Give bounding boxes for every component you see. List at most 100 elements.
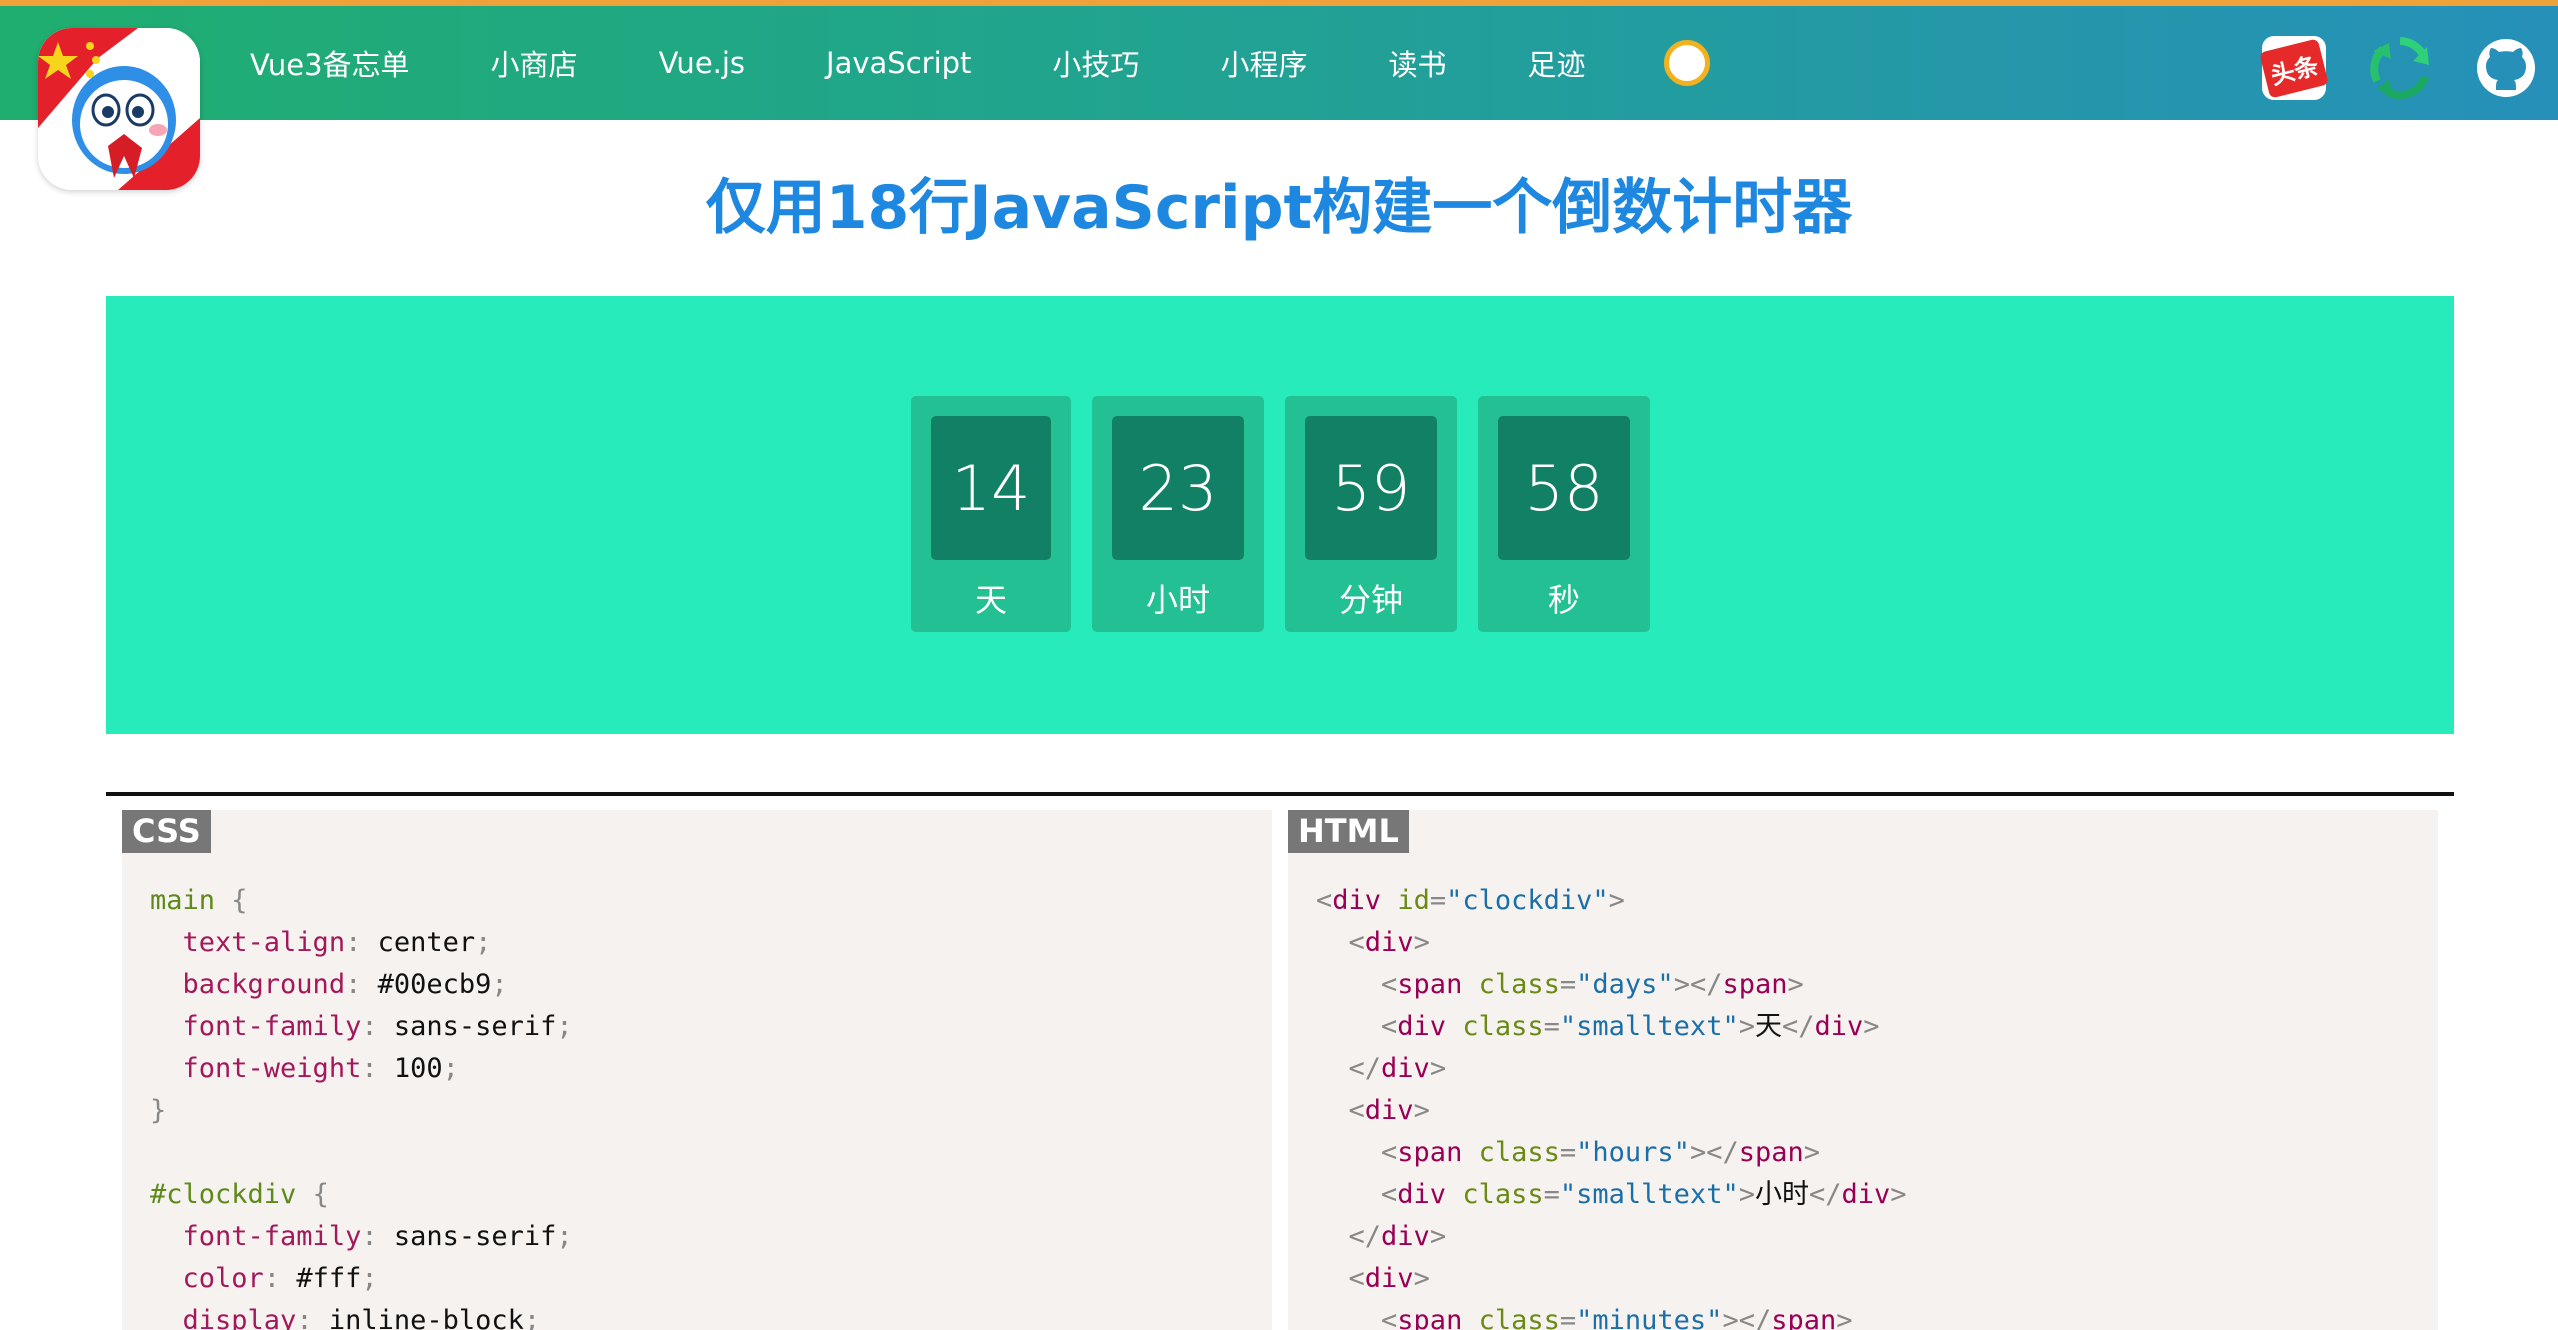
recycle-arrows-icon <box>2370 37 2429 100</box>
code-token: ; <box>556 1221 573 1252</box>
code-token: "smalltext" <box>1559 1011 1739 1042</box>
code-token: 100 <box>393 1053 443 1084</box>
html-code-panel[interactable]: HTML <div id="clockdiv"> <div> <span cla… <box>1288 810 2438 1330</box>
code-token: span <box>1397 1305 1463 1330</box>
code-line: </div> <box>1316 1048 1907 1090</box>
code-token: div <box>1397 1011 1447 1042</box>
code-token: < <box>1316 885 1333 916</box>
code-line: main { <box>150 880 573 922</box>
minutes-value: 59 <box>1305 416 1437 560</box>
refresh-link[interactable] <box>2366 34 2434 102</box>
code-line: <div> <box>1316 1090 1907 1132</box>
code-token: span <box>1397 969 1463 1000</box>
code-token: > <box>1429 1053 1447 1084</box>
nav-item-shop[interactable]: 小商店 <box>491 42 578 84</box>
days-label: 天 <box>974 581 1007 619</box>
code-token: div <box>1397 1179 1447 1210</box>
code-line: background: #00ecb9; <box>150 964 573 1006</box>
code-token: < <box>1381 1179 1398 1210</box>
code-token: span <box>1722 969 1788 1000</box>
css-code-panel[interactable]: CSS main { text-align: center; backgroun… <box>122 810 1272 1330</box>
code-line: font-family: sans-serif; <box>150 1006 573 1048</box>
github-link[interactable] <box>2472 34 2540 102</box>
code-token: ; <box>523 1305 541 1330</box>
code-token: </ <box>1781 1011 1815 1042</box>
code-line: <span class="days"></span> <box>1316 964 1907 1006</box>
seconds-label: 秒 <box>1547 581 1580 619</box>
code-token: : <box>361 1011 394 1042</box>
code-token: ; <box>361 1263 378 1294</box>
code-line: display: inline-block; <box>150 1300 573 1330</box>
code-token: 天 <box>1754 1011 1782 1042</box>
code-line: <div class="smalltext">小时</div> <box>1316 1174 1907 1216</box>
code-token: inline-block <box>328 1305 524 1330</box>
nav-item-reading[interactable]: 读书 <box>1388 42 1446 84</box>
code-token: background <box>182 969 346 1000</box>
nav-item-footprints[interactable]: 足迹 <box>1527 42 1585 84</box>
code-token: 小时 <box>1754 1179 1809 1210</box>
code-token: #fff <box>296 1263 362 1294</box>
code-line: font-family: sans-serif; <box>150 1216 573 1258</box>
code-token: = <box>1543 1011 1560 1042</box>
code-token: = <box>1543 1179 1560 1210</box>
code-token: div <box>1814 1011 1864 1042</box>
code-token: > <box>1608 885 1625 916</box>
code-line: <span class="hours"></span> <box>1316 1132 1907 1174</box>
code-token: id <box>1397 885 1430 916</box>
nav-item-vue3-cheatsheet[interactable]: Vue3备忘单 <box>250 42 410 84</box>
code-token: center <box>377 927 476 958</box>
code-line: font-weight: 100; <box>150 1048 573 1090</box>
code-token: div <box>1364 1095 1414 1126</box>
code-token: span <box>1771 1305 1837 1330</box>
html-panel-tag: HTML <box>1288 810 1409 853</box>
html-code-block[interactable]: <div id="clockdiv"> <div> <span class="d… <box>1316 880 1907 1330</box>
code-token: < <box>1348 1263 1365 1294</box>
nav-item-javascript[interactable]: JavaScript <box>826 46 971 80</box>
code-token: = <box>1429 885 1447 916</box>
countdown-demo: 14 天 23 小时 59 分钟 58 秒 <box>106 296 2454 734</box>
toutiao-link[interactable]: 头条 <box>2259 34 2329 102</box>
code-token: > <box>1738 1179 1755 1210</box>
days-value: 14 <box>931 416 1051 560</box>
nav-item-tips[interactable]: 小技巧 <box>1052 42 1139 84</box>
social-icons: 头条 <box>2259 34 2540 102</box>
code-token: > <box>1738 1011 1755 1042</box>
code-token: class <box>1478 1305 1560 1330</box>
code-token: display <box>182 1305 297 1330</box>
code-token: sans-serif <box>393 1221 557 1252</box>
code-line: <span class="minutes"></span> <box>1316 1300 1907 1330</box>
code-token: main <box>150 885 216 916</box>
css-code-block[interactable]: main { text-align: center; background: #… <box>150 880 573 1330</box>
code-token: < <box>1381 1137 1398 1168</box>
nav-item-miniprogram[interactable]: 小程序 <box>1220 42 1307 84</box>
code-token: = <box>1559 1137 1577 1168</box>
code-token: class <box>1478 969 1560 1000</box>
nav-item-vuejs[interactable]: Vue.js <box>659 46 745 80</box>
code-token: ></ <box>1722 1305 1772 1330</box>
code-token: div <box>1364 1263 1414 1294</box>
code-line: <div> <box>1316 922 1907 964</box>
code-token: : <box>345 927 378 958</box>
code-token: > <box>1413 927 1430 958</box>
code-token: > <box>1863 1011 1880 1042</box>
clock-unit-seconds: 58 秒 <box>1478 396 1650 632</box>
code-token: div <box>1381 1221 1430 1252</box>
code-token: div <box>1332 885 1382 916</box>
code-token: : <box>345 969 378 1000</box>
seconds-value: 58 <box>1498 416 1630 560</box>
theme-toggle[interactable] <box>1664 40 1711 86</box>
code-token: "days" <box>1576 969 1674 1000</box>
code-token: > <box>1890 1179 1907 1210</box>
code-token: #00ecb9 <box>377 969 492 1000</box>
